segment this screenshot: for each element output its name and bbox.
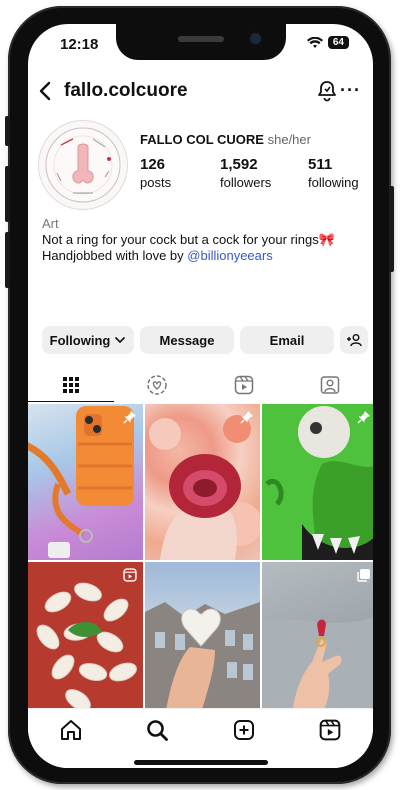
- bio-line-2-text: Handjobbed with love by: [42, 248, 188, 263]
- reels-icon: [234, 375, 253, 395]
- volume-up: [5, 166, 10, 222]
- reels-icon: [123, 568, 137, 582]
- following-label: Following: [49, 332, 111, 348]
- notch: [116, 24, 286, 60]
- post-image-ceramic-heart: [145, 602, 260, 718]
- battery-icon: 64: [327, 36, 349, 49]
- profile-category: Art: [42, 216, 59, 231]
- post-thumbnail[interactable]: [145, 562, 260, 718]
- message-button[interactable]: Message: [140, 326, 234, 354]
- profile-actions: Following Message Email: [42, 326, 368, 354]
- home-indicator[interactable]: [134, 760, 268, 765]
- pronouns: she/her: [267, 132, 311, 147]
- volume-down: [5, 232, 10, 288]
- home-icon[interactable]: [60, 719, 82, 741]
- username: fallo.colcuore: [64, 80, 188, 101]
- stat-posts[interactable]: 126 posts: [140, 156, 220, 190]
- post-image-phone-case: [28, 406, 134, 558]
- bio-line-1: Not a ring for your cock but a cock for …: [42, 232, 335, 247]
- post-image-hand-ring: [262, 617, 373, 718]
- power-button: [389, 186, 394, 272]
- stat-following[interactable]: 511 following: [308, 156, 373, 190]
- avatar-logo: [45, 127, 121, 203]
- stat-number: 126: [140, 156, 166, 173]
- bio-mention-link[interactable]: @billionyeears: [187, 248, 272, 263]
- camera-icon: [250, 33, 261, 44]
- reels-icon[interactable]: [319, 719, 341, 741]
- stat-label: posts: [140, 175, 172, 190]
- screen: 12:18 64 fallo.colcuore ··· FALLO COL CU…: [28, 24, 373, 768]
- wifi-icon: [306, 36, 323, 48]
- status-time: 12:18: [60, 36, 99, 53]
- add-person-icon: [347, 334, 362, 347]
- collab-heart-icon: [147, 375, 168, 395]
- avatar[interactable]: [38, 120, 128, 210]
- post-thumbnail[interactable]: [262, 562, 373, 718]
- tab-reels[interactable]: [201, 368, 287, 402]
- carousel-icon: [357, 569, 370, 582]
- post-thumbnail[interactable]: [145, 404, 260, 560]
- stat-number: 511: [308, 156, 333, 173]
- bottom-nav: [28, 708, 373, 768]
- stat-label: following: [308, 175, 359, 190]
- status-icons: 64: [306, 36, 349, 49]
- stat-followers[interactable]: 1,592 followers: [220, 156, 308, 190]
- tab-collabs[interactable]: [114, 368, 200, 402]
- create-icon[interactable]: [233, 719, 255, 741]
- post-image-green-monster: [262, 404, 373, 560]
- pin-icon: [357, 411, 370, 424]
- post-image-shells: [36, 582, 137, 711]
- chevron-down-icon: [115, 336, 126, 344]
- back-arrow-icon[interactable]: [38, 81, 52, 101]
- add-person-button[interactable]: [340, 326, 368, 354]
- bio-line-2: Handjobbed with love by @billionyeears: [42, 248, 273, 263]
- grid-icon: [63, 376, 80, 393]
- posts-grid: [28, 404, 373, 718]
- email-button[interactable]: Email: [240, 326, 334, 354]
- profile-stats: 126 posts 1,592 followers 511 following: [140, 156, 373, 190]
- bell-icon[interactable]: [317, 80, 337, 102]
- profile-tabs: [28, 368, 373, 402]
- tab-tagged[interactable]: [287, 368, 373, 402]
- stat-label: followers: [220, 175, 272, 190]
- more-options-icon[interactable]: ···: [340, 80, 361, 101]
- profile-header: fallo.colcuore ···: [28, 76, 373, 110]
- pin-icon: [240, 411, 253, 424]
- speaker: [178, 36, 224, 42]
- post-image-red-ring: [149, 415, 260, 560]
- post-thumbnail[interactable]: [28, 404, 143, 560]
- mute-switch: [5, 116, 10, 146]
- full-name-text: FALLO COL CUORE: [140, 132, 264, 147]
- tab-posts-grid[interactable]: [28, 368, 115, 402]
- post-thumbnail[interactable]: [28, 562, 143, 718]
- full-name: FALLO COL CUORE she/her: [140, 132, 311, 147]
- search-icon[interactable]: [146, 719, 169, 741]
- tagged-icon: [320, 376, 340, 394]
- following-button[interactable]: Following: [42, 326, 134, 354]
- stat-number: 1,592: [220, 156, 258, 173]
- post-thumbnail[interactable]: [262, 404, 373, 560]
- pin-icon: [123, 411, 136, 424]
